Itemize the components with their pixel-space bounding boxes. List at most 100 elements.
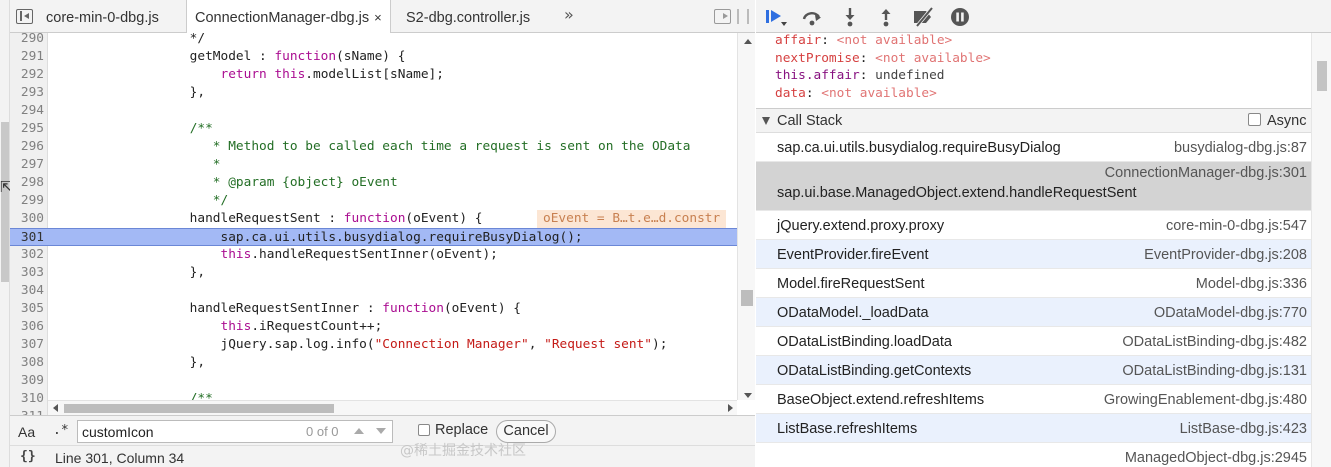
code-editor[interactable]: 290 */291 getModel : function(sName) {29… [10,33,755,415]
line-number[interactable]: 296 [10,138,44,156]
scope-variable[interactable]: nextPromise: <not available> [775,50,991,68]
line-number[interactable]: 292 [10,66,44,84]
line-number[interactable]: 298 [10,174,44,192]
line-number[interactable]: 305 [10,300,44,318]
code-line[interactable]: 302 this.handleRequestSentInner(oEvent); [10,246,737,264]
call-frame[interactable]: Model.fireRequestSent Model-dbg.js:336 [756,269,1311,298]
frame-location-link[interactable]: core-min-0-dbg.js:547 [1166,218,1307,234]
code-line[interactable]: 290 */ [10,33,737,48]
frame-location-link[interactable]: ConnectionManager-dbg.js:301 [1105,165,1307,181]
more-tabs-icon[interactable]: » [564,5,574,24]
step-out-button[interactable] [875,6,897,28]
call-frame[interactable]: ODataListBinding.getContexts ODataListBin… [756,356,1311,385]
current-execution-line[interactable]: 301 sap.ca.ui.utils.busydialog.requireBu… [10,228,737,246]
code-line[interactable]: 307 jQuery.sap.log.info("Connection Mana… [10,336,737,354]
scope-variable[interactable]: data: <not available> [775,85,937,103]
editor-horizontal-scrollbar[interactable] [48,400,737,415]
frame-location-link[interactable]: busydialog-dbg.js:87 [1174,140,1307,156]
call-frame[interactable]: ODataListBinding.loadData ODataListBindin… [756,327,1311,356]
line-number[interactable]: 293 [10,84,44,102]
scroll-left-icon[interactable] [53,404,58,412]
async-checkbox[interactable] [1248,113,1261,126]
call-frame[interactable]: ListBase.refreshItems ListBase-dbg.js:423 [756,414,1311,443]
tab-s2-controller[interactable]: S2-dbg.controller.js [398,0,538,33]
call-frame[interactable]: ManagedObject-dbg.js:2945 [756,443,1311,467]
line-number[interactable]: 309 [10,372,44,390]
code-line[interactable]: 292 return this.modelList[sName]; [10,66,737,84]
code-line[interactable]: 294 [10,102,737,120]
left-strip-scroll-thumb[interactable] [1,122,9,282]
toggle-debugger-icon[interactable] [714,9,731,24]
line-number[interactable]: 308 [10,354,44,372]
next-match-icon[interactable] [372,426,390,438]
line-number[interactable]: 302 [10,246,44,264]
resume-button[interactable] [764,6,787,28]
code-line[interactable]: 308 }, [10,354,737,372]
scope-variable[interactable]: affair: <not available> [775,33,952,50]
scroll-thumb[interactable] [64,404,334,413]
frame-location-link[interactable]: GrowingEnablement-dbg.js:480 [1104,392,1307,408]
tab-connection-manager[interactable]: ConnectionManager-dbg.js × [186,0,391,34]
line-number[interactable]: 297 [10,156,44,174]
code-line[interactable]: 297 * [10,156,737,174]
line-number[interactable]: 307 [10,336,44,354]
code-line[interactable]: 296 * Method to be called each time a re… [10,138,737,156]
call-frame-selected[interactable]: sap.ui.base.ManagedObject.extend.handleR… [756,162,1311,211]
call-frame[interactable]: ODataModel._loadData ODataModel-dbg.js:77… [756,298,1311,327]
replace-checkbox[interactable] [418,424,430,436]
frame-location-link[interactable]: ODataModel-dbg.js:770 [1154,305,1307,321]
line-number[interactable]: 306 [10,318,44,336]
regex-toggle[interactable]: .* [53,423,69,438]
call-frame[interactable]: jQuery.extend.proxy.proxy core-min-0-dbg.… [756,211,1311,240]
call-frame[interactable]: EventProvider.fireEvent EventProvider-dbg… [756,240,1311,269]
line-number[interactable]: 301 [10,229,44,247]
line-number[interactable]: 290 [10,33,44,48]
scroll-up-icon[interactable] [744,39,752,44]
frame-location-link[interactable]: Model-dbg.js:336 [1196,276,1307,292]
scroll-right-icon[interactable] [728,404,733,412]
previous-match-icon[interactable] [350,426,368,438]
call-frame[interactable]: sap.ca.ui.utils.busydialog.requireBusyDi… [756,133,1311,162]
scroll-thumb[interactable] [1317,61,1327,91]
code-line[interactable]: 299 */ [10,192,737,210]
toggle-navigator-icon[interactable] [16,9,33,24]
line-number[interactable]: 311 [10,408,44,415]
code-line[interactable]: 300 handleRequestSent : function(oEvent)… [10,210,737,228]
frame-location-link[interactable]: ODataListBinding-dbg.js:131 [1122,363,1307,379]
code-line[interactable]: 291 getModel : function(sName) { [10,48,737,66]
deactivate-breakpoints-button[interactable] [911,6,934,28]
code-line[interactable]: 298 * @param {object} oEvent [10,174,737,192]
code-line[interactable]: 293 }, [10,84,737,102]
line-number[interactable]: 299 [10,192,44,210]
search-input[interactable] [82,422,302,442]
editor-vertical-scrollbar[interactable] [737,33,755,400]
step-over-button[interactable] [800,6,822,28]
resume-dropdown-icon[interactable] [781,22,787,26]
line-number[interactable]: 300 [10,210,44,228]
code-line[interactable]: 309 [10,372,737,390]
code-line[interactable]: 305 handleRequestSentInner : function(oE… [10,300,737,318]
pretty-print-button[interactable]: {} [20,449,36,464]
line-number[interactable]: 291 [10,48,44,66]
code-line[interactable]: 303 }, [10,264,737,282]
code-line[interactable]: 295 /** [10,120,737,138]
line-number[interactable]: 303 [10,264,44,282]
line-number[interactable]: 294 [10,102,44,120]
frame-location-link[interactable]: EventProvider-dbg.js:208 [1144,247,1307,263]
match-case-toggle[interactable]: Aa [18,424,35,440]
pane-splitter-icon[interactable] [737,9,749,24]
call-frame[interactable]: BaseObject.extend.refreshItems GrowingEna… [756,385,1311,414]
step-into-button[interactable] [839,6,861,28]
scroll-thumb[interactable] [741,290,753,306]
line-number[interactable]: 295 [10,120,44,138]
close-tab-icon[interactable]: × [374,10,382,25]
call-stack-header[interactable]: Call Stack Async [756,108,1311,133]
pause-on-exceptions-button[interactable] [949,6,971,28]
frame-location-link[interactable]: ManagedObject-dbg.js:2945 [1125,450,1307,466]
frame-location-link[interactable]: ODataListBinding-dbg.js:482 [1122,334,1307,350]
frame-location-link[interactable]: ListBase-dbg.js:423 [1180,421,1307,437]
code-line[interactable]: 304 [10,282,737,300]
line-number[interactable]: 304 [10,282,44,300]
sidebar-vertical-scrollbar[interactable] [1311,33,1331,467]
tab-core-min[interactable]: core-min-0-dbg.js [38,0,167,33]
